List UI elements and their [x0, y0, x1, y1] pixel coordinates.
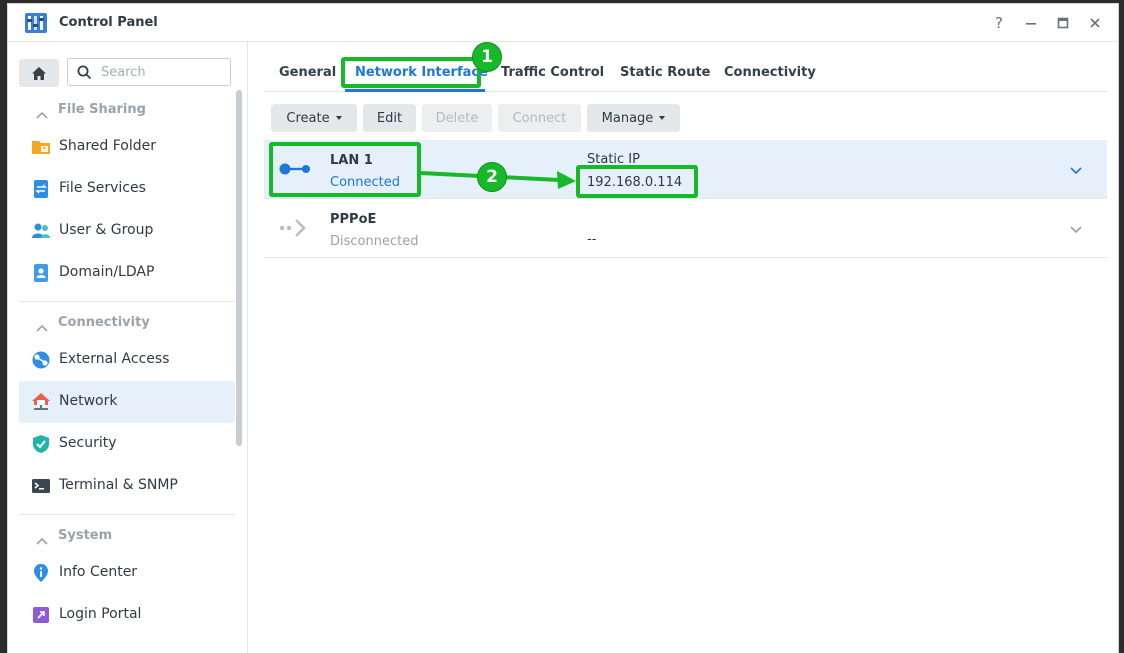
chevron-down-icon[interactable] — [1070, 219, 1082, 238]
sidebar-item-external-access[interactable]: External Access — [19, 339, 235, 381]
info-icon — [31, 563, 51, 583]
section-label: Connectivity — [58, 315, 150, 330]
tab-general[interactable]: General — [279, 65, 336, 80]
step-badge-1: 1 — [472, 42, 502, 72]
sidebar-item-partial[interactable] — [19, 636, 235, 653]
close-icon[interactable] — [1084, 12, 1106, 34]
highlight-network-interface-tab — [341, 57, 481, 88]
active-tab-indicator — [345, 89, 485, 92]
sidebar-item-terminal-snmp[interactable]: Terminal & SNMP — [19, 465, 235, 507]
sidebar-item-info-center[interactable]: Info Center — [19, 552, 235, 594]
sidebar: File Sharing Shared Folder File Services… — [8, 42, 248, 653]
search-input[interactable] — [101, 63, 225, 81]
tab-connectivity[interactable]: Connectivity — [724, 65, 816, 80]
control-panel-app-icon — [25, 13, 47, 33]
pppoe-disconnected-icon — [278, 217, 314, 239]
edit-button[interactable]: Edit — [363, 104, 416, 132]
caret-down-icon — [335, 116, 342, 120]
tab-static-route[interactable]: Static Route — [620, 65, 710, 80]
manage-button[interactable]: Manage — [587, 104, 680, 132]
chevron-up-icon — [36, 530, 48, 549]
login-portal-icon — [31, 605, 51, 625]
partial-icon — [31, 647, 51, 653]
tab-traffic-control[interactable]: Traffic Control — [501, 65, 604, 80]
sidebar-divider — [19, 514, 235, 515]
sidebar-item-network[interactable]: Network — [19, 381, 235, 423]
search-icon — [77, 65, 92, 84]
step-badge-2: 2 — [477, 162, 507, 192]
section-connectivity[interactable]: Connectivity — [8, 308, 236, 338]
home-button[interactable] — [19, 59, 59, 87]
terminal-icon — [31, 476, 51, 496]
shared-folder-icon — [31, 137, 51, 157]
sidebar-item-login-portal[interactable]: Login Portal — [19, 594, 235, 636]
sidebar-item-user-group[interactable]: User & Group — [19, 210, 235, 252]
highlight-lan1 — [269, 142, 421, 197]
section-label: File Sharing — [58, 102, 146, 117]
search-box[interactable] — [67, 58, 231, 86]
window-title: Control Panel — [59, 15, 158, 30]
external-access-icon — [31, 350, 51, 370]
sidebar-divider — [19, 301, 235, 302]
create-button[interactable]: Create — [271, 104, 357, 132]
network-icon — [31, 392, 51, 412]
highlight-ip-address — [576, 165, 698, 198]
section-system[interactable]: System — [8, 521, 236, 551]
domain-ldap-icon — [31, 263, 51, 283]
sidebar-item-shared-folder[interactable]: Shared Folder — [19, 126, 235, 168]
connect-button[interactable]: Connect — [498, 104, 581, 132]
home-icon — [32, 66, 46, 80]
section-file-sharing[interactable]: File Sharing — [8, 95, 236, 125]
interface-ip-address: -- — [587, 232, 597, 247]
caret-down-icon — [659, 116, 666, 120]
sidebar-item-domain-ldap[interactable]: Domain/LDAP — [19, 252, 235, 294]
title-bar: Control Panel ? — [8, 4, 1118, 42]
toolbar: Create Edit Delete Connect Manage — [264, 104, 1107, 132]
delete-button[interactable]: Delete — [422, 104, 492, 132]
user-group-icon — [31, 221, 51, 241]
section-label: System — [58, 528, 113, 543]
interface-row-pppoe[interactable]: PPPoE Disconnected -- — [264, 199, 1107, 258]
file-services-icon — [31, 179, 51, 199]
sidebar-scrollbar[interactable] — [236, 90, 242, 446]
chevron-up-icon — [36, 104, 48, 123]
chevron-down-icon[interactable] — [1070, 160, 1082, 179]
help-icon[interactable]: ? — [988, 12, 1010, 34]
interface-name: PPPoE — [330, 212, 377, 227]
main-panel: General Network Interface Traffic Contro… — [249, 42, 1118, 653]
control-panel-window: Control Panel ? File Sharing — [7, 3, 1119, 653]
chevron-up-icon — [36, 317, 48, 336]
minimize-icon[interactable] — [1020, 12, 1042, 34]
sidebar-item-security[interactable]: Security — [19, 423, 235, 465]
maximize-icon[interactable] — [1052, 12, 1074, 34]
sidebar-item-file-services[interactable]: File Services — [19, 168, 235, 210]
shield-check-icon — [31, 434, 51, 454]
interface-status: Disconnected — [330, 234, 419, 249]
